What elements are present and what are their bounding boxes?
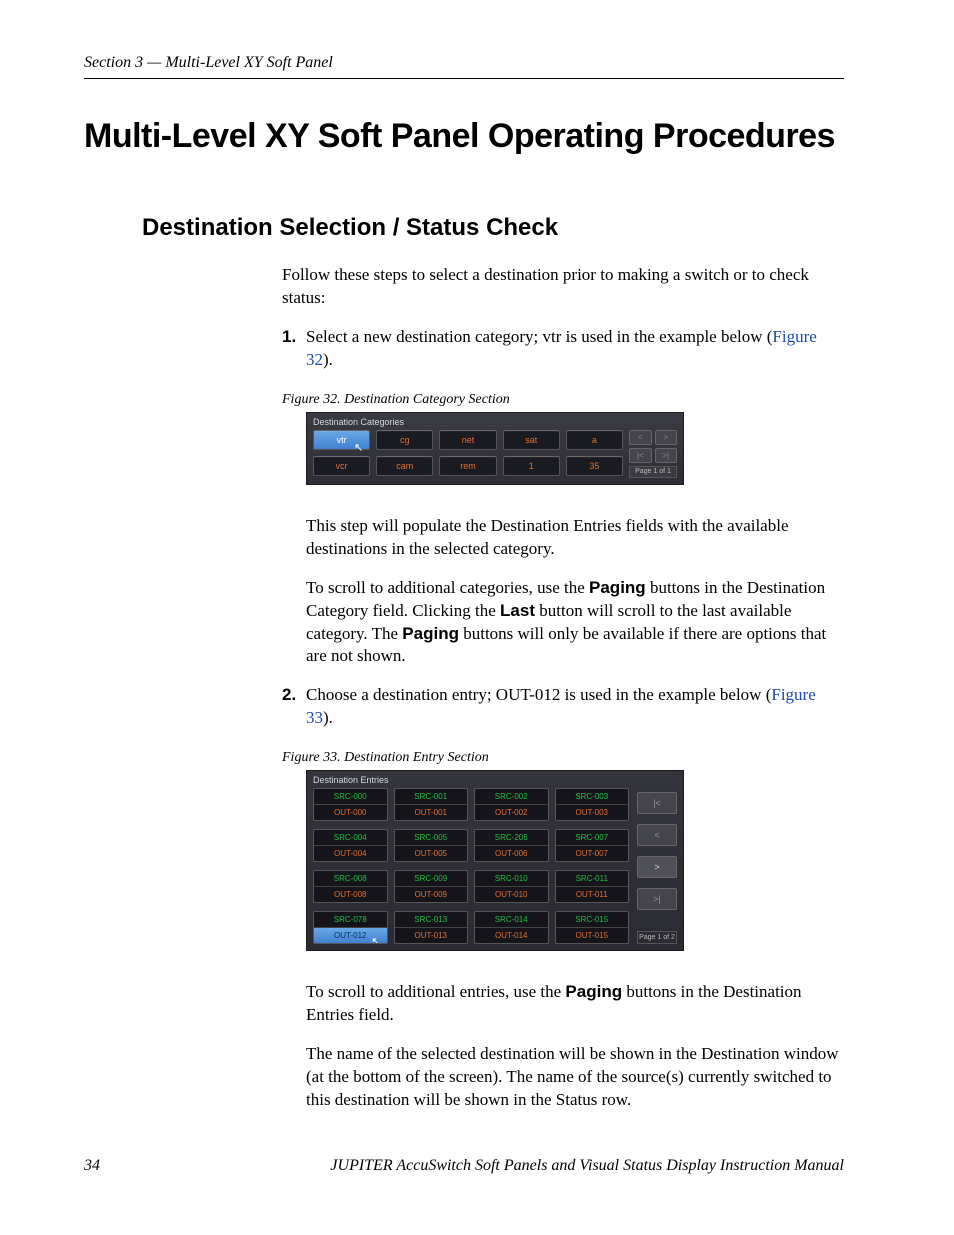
category-rem[interactable]: rem	[439, 456, 496, 476]
entry-cell[interactable]: SRC-206OUT-006	[474, 829, 549, 862]
entry-out: OUT-005	[395, 846, 468, 861]
entry-out: OUT-012↖	[314, 928, 387, 943]
category-sat[interactable]: sat	[503, 430, 560, 450]
page-title: Multi-Level XY Soft Panel Operating Proc…	[84, 117, 844, 156]
entry-src: SRC-010	[475, 871, 548, 887]
pager-prev[interactable]: <	[629, 430, 652, 445]
entry-cell[interactable]: SRC-011OUT-011	[555, 870, 630, 903]
pager-last[interactable]: >|	[655, 448, 678, 463]
entry-cell[interactable]: SRC-013OUT-013	[394, 911, 469, 944]
category-1[interactable]: 1	[503, 456, 560, 476]
entry-out: OUT-001	[395, 805, 468, 820]
pager-last[interactable]: >|	[637, 888, 677, 910]
entry-src: SRC-014	[475, 912, 548, 928]
section-header: Section 3 — Multi-Level XY Soft Panel	[84, 54, 844, 72]
category-35[interactable]: 35	[566, 456, 623, 476]
category-net[interactable]: net	[439, 430, 496, 450]
footer-title: JUPITER AccuSwitch Soft Panels and Visua…	[330, 1157, 844, 1175]
entry-out: OUT-003	[556, 805, 629, 820]
entry-cell[interactable]: SRC-007OUT-007	[555, 829, 630, 862]
divider	[84, 78, 844, 79]
page-number: 34	[84, 1157, 100, 1175]
entry-out: OUT-008	[314, 887, 387, 902]
entry-out: OUT-011	[556, 887, 629, 902]
entry-cell[interactable]: SRC-000OUT-000	[313, 788, 388, 821]
entry-src: SRC-002	[475, 789, 548, 805]
step-2: 2. Choose a destination entry; OUT-012 i…	[282, 684, 844, 730]
pager-first[interactable]: |<	[629, 448, 652, 463]
entry-cell[interactable]: SRC-001OUT-001	[394, 788, 469, 821]
category-cg[interactable]: cg	[376, 430, 433, 450]
entry-out: OUT-004	[314, 846, 387, 861]
step-text: Choose a destination entry; OUT-012 is u…	[306, 684, 844, 730]
entry-out: OUT-006	[475, 846, 548, 861]
pager-status: Page 1 of 2	[637, 931, 677, 944]
pager-next[interactable]: >	[637, 856, 677, 878]
panel-title: Destination Categories	[313, 417, 677, 427]
entry-src: SRC-078	[314, 912, 387, 928]
subsection-title: Destination Selection / Status Check	[142, 214, 844, 242]
entry-src: SRC-000	[314, 789, 387, 805]
entry-src: SRC-001	[395, 789, 468, 805]
figure-32: Destination Categories vtr↖ cg net sat a…	[306, 412, 684, 485]
category-a[interactable]: a	[566, 430, 623, 450]
body-para: To scroll to additional categories, use …	[306, 577, 844, 669]
entry-cell[interactable]: SRC-014OUT-014	[474, 911, 549, 944]
entry-cell[interactable]: SRC-008OUT-008	[313, 870, 388, 903]
entry-src: SRC-008	[314, 871, 387, 887]
entry-src: SRC-005	[395, 830, 468, 846]
entry-cell[interactable]: SRC-015OUT-015	[555, 911, 630, 944]
entry-cell[interactable]: SRC-002OUT-002	[474, 788, 549, 821]
step-1: 1. Select a new destination category; vt…	[282, 326, 844, 372]
panel-title: Destination Entries	[313, 775, 677, 785]
page-footer: 34 JUPITER AccuSwitch Soft Panels and Vi…	[84, 1157, 844, 1175]
entry-src: SRC-011	[556, 871, 629, 887]
entry-src: SRC-015	[556, 912, 629, 928]
pager-status: Page 1 of 1	[629, 466, 677, 478]
entry-src: SRC-003	[556, 789, 629, 805]
pager-prev[interactable]: <	[637, 824, 677, 846]
entry-cell[interactable]: SRC-009OUT-009	[394, 870, 469, 903]
step-number: 2.	[282, 684, 306, 730]
step-text: Select a new destination category; vtr i…	[306, 326, 844, 372]
cursor-icon: ↖	[371, 935, 380, 944]
cursor-icon: ↖	[354, 441, 363, 454]
figure-33-caption: Figure 33. Destination Entry Section	[282, 750, 844, 766]
entry-out: OUT-013	[395, 928, 468, 943]
step-number: 1.	[282, 326, 306, 372]
entry-cell[interactable]: SRC-003OUT-003	[555, 788, 630, 821]
pager-first[interactable]: |<	[637, 792, 677, 814]
pager-next[interactable]: >	[655, 430, 678, 445]
entry-cell[interactable]: SRC-010OUT-010	[474, 870, 549, 903]
figure-32-caption: Figure 32. Destination Category Section	[282, 392, 844, 408]
category-vcr[interactable]: vcr	[313, 456, 370, 476]
entry-out: OUT-009	[395, 887, 468, 902]
entry-out: OUT-007	[556, 846, 629, 861]
entry-cell[interactable]: SRC-005OUT-005	[394, 829, 469, 862]
entry-out: OUT-010	[475, 887, 548, 902]
entry-out: OUT-002	[475, 805, 548, 820]
entry-out: OUT-015	[556, 928, 629, 943]
entry-out: OUT-000	[314, 805, 387, 820]
entry-cell[interactable]: SRC-004OUT-004	[313, 829, 388, 862]
entry-src: SRC-009	[395, 871, 468, 887]
category-vtr[interactable]: vtr↖	[313, 430, 370, 450]
body-para: To scroll to additional entries, use the…	[306, 981, 844, 1027]
category-cam[interactable]: cam	[376, 456, 433, 476]
entry-src: SRC-007	[556, 830, 629, 846]
body-para: This step will populate the Destination …	[306, 515, 844, 561]
entry-src: SRC-206	[475, 830, 548, 846]
entry-out: OUT-014	[475, 928, 548, 943]
entry-cell[interactable]: SRC-078OUT-012↖	[313, 911, 388, 944]
body-para: The name of the selected destination wil…	[306, 1043, 844, 1112]
entry-src: SRC-013	[395, 912, 468, 928]
entry-src: SRC-004	[314, 830, 387, 846]
figure-33: Destination Entries SRC-000OUT-000SRC-00…	[306, 770, 684, 951]
intro-text: Follow these steps to select a destinati…	[282, 264, 844, 310]
